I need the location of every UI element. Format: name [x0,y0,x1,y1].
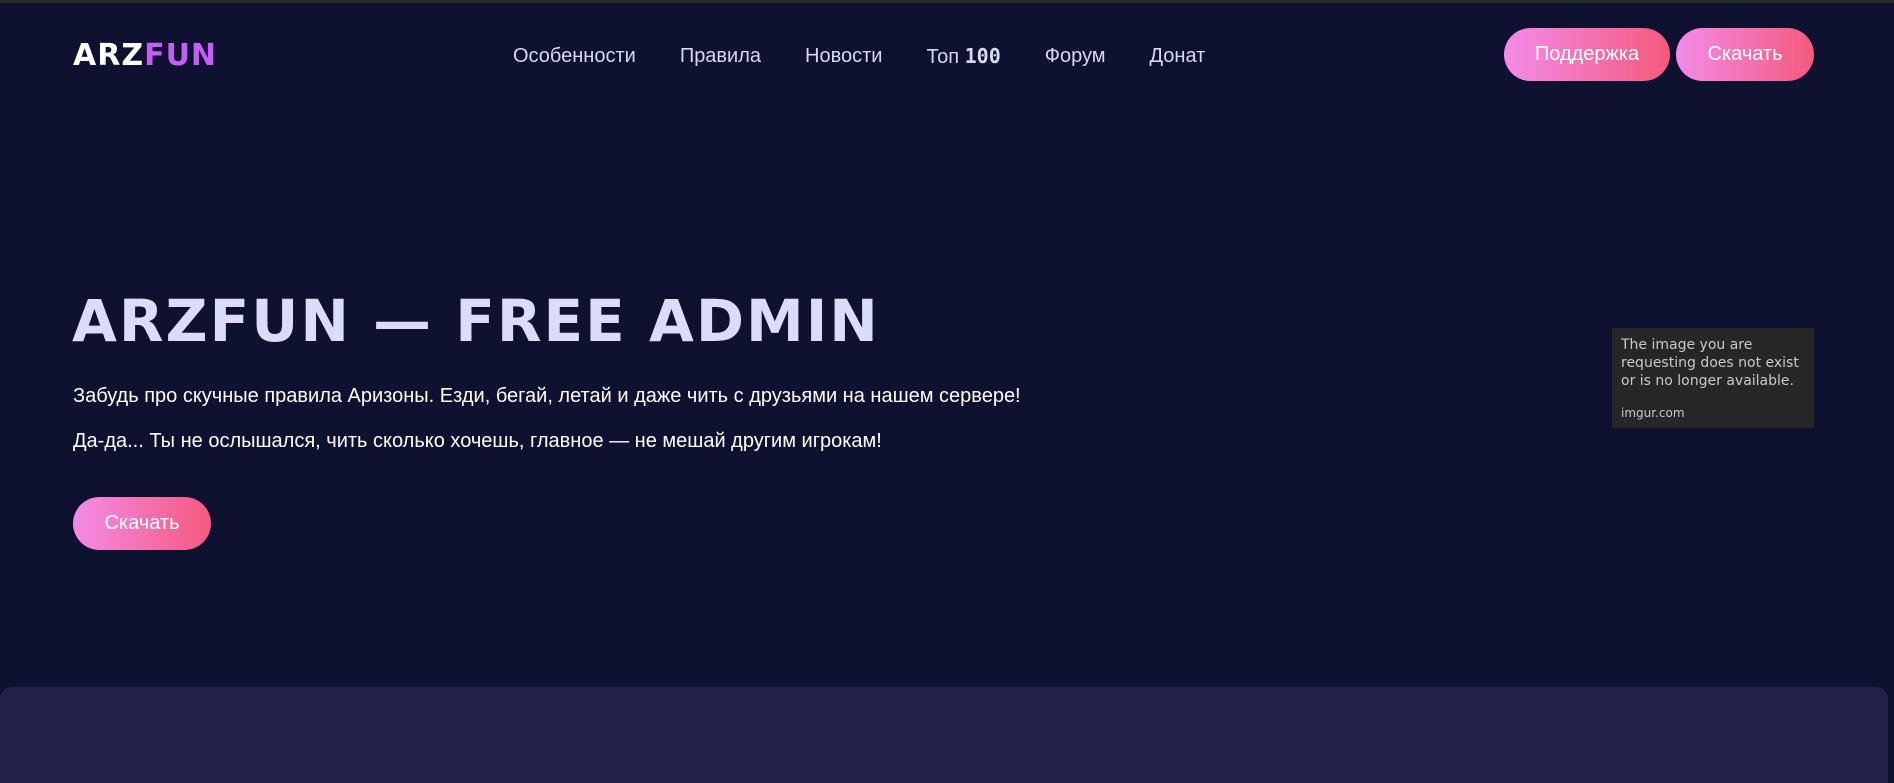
hero-text-1: Забудь про скучные правила Аризоны. Езди… [73,385,1021,407]
broken-image-placeholder: The image you are requesting does not ex… [1612,328,1814,428]
hero-title: ARZFUN — FREE ADMIN [72,287,880,355]
nav-top-100[interactable]: Топ 100 [926,43,1000,70]
nav-features[interactable]: Особенности [513,43,636,70]
broken-image-message: The image you are requesting does not ex… [1621,337,1799,389]
header: ARZFUN Особенности Правила Новости Топ 1… [0,3,1894,107]
nav-top-number: 100 [964,44,1001,68]
download-button-hero[interactable]: Скачать [73,497,211,550]
page: ARZFUN Особенности Правила Новости Топ 1… [0,3,1894,783]
nav-forum[interactable]: Форум [1045,43,1106,70]
broken-image-source: imgur.com [1621,406,1685,420]
support-button[interactable]: Поддержка [1504,28,1670,81]
lower-section [0,687,1888,783]
nav-donate[interactable]: Донат [1150,43,1206,70]
logo[interactable]: ARZFUN [73,39,217,73]
nav-rules[interactable]: Правила [680,43,761,70]
nav-news[interactable]: Новости [805,43,882,70]
nav-top-label: Топ [926,46,965,68]
logo-part-2: FUN [144,38,218,73]
logo-part-1: ARZ [73,38,145,73]
main-nav: Особенности Правила Новости Топ 100 Фору… [513,43,1205,70]
hero-text-2: Да-да... Ты не ослышался, чить сколько х… [73,430,882,452]
download-button-header[interactable]: Скачать [1676,28,1814,81]
